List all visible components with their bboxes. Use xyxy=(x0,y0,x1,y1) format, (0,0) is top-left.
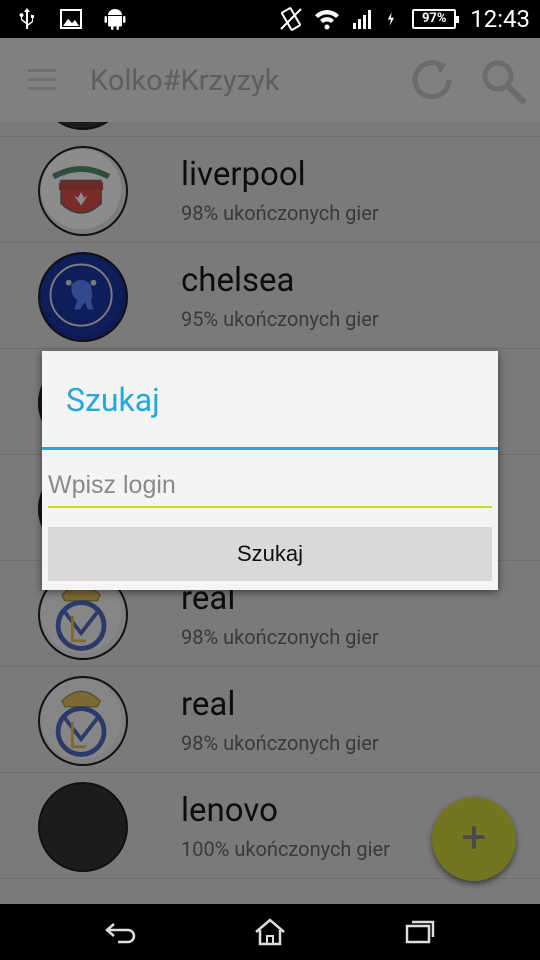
avatar xyxy=(38,146,128,236)
back-icon[interactable] xyxy=(104,918,138,946)
dialog-title: Szukaj xyxy=(66,381,160,419)
player-name: real xyxy=(181,685,236,724)
player-name: lenovo xyxy=(181,791,278,830)
navigation-bar xyxy=(0,904,540,960)
hamburger-menu-icon[interactable] xyxy=(28,69,56,91)
battery-indicator: 97% xyxy=(412,9,460,29)
login-input[interactable] xyxy=(48,464,492,508)
player-stat: 98% ukończonych gier xyxy=(181,731,379,755)
vibrate-icon xyxy=(280,7,302,31)
dialog-title-divider xyxy=(42,447,498,450)
player-stat: 98% ukończonych gier xyxy=(181,625,379,649)
player-stat: 95% ukończonych gier xyxy=(181,307,379,331)
image-icon xyxy=(60,9,82,29)
list-item[interactable]: chelsea 95% ukończonych gier xyxy=(0,243,540,349)
list-item[interactable] xyxy=(0,122,540,137)
player-stat: 98% ukończonych gier xyxy=(181,201,379,225)
real-madrid-crest-icon xyxy=(40,678,122,760)
usb-icon xyxy=(19,8,34,29)
search-icon[interactable] xyxy=(480,58,526,104)
player-stat: 100% ukończonych gier xyxy=(181,837,390,861)
avatar xyxy=(38,676,128,766)
app-title: Kolko#Krzyzyk xyxy=(90,64,280,98)
home-icon[interactable] xyxy=(253,918,287,946)
refresh-icon[interactable] xyxy=(408,56,456,104)
list-item[interactable]: liverpool 98% ukończonych gier xyxy=(0,137,540,243)
status-time: 12:43 xyxy=(470,5,530,33)
wifi-icon xyxy=(315,10,340,30)
add-button[interactable]: + xyxy=(432,797,516,881)
chelsea-crest-icon xyxy=(40,254,122,336)
signal-icon xyxy=(353,10,372,29)
status-bar: 97% 12:43 xyxy=(0,0,540,38)
liverpool-crest-icon xyxy=(40,148,122,230)
player-name: chelsea xyxy=(181,261,295,300)
avatar xyxy=(38,252,128,342)
search-button[interactable]: Szukaj xyxy=(48,527,492,581)
search-dialog: Szukaj Szukaj xyxy=(42,351,498,590)
avatar xyxy=(38,782,128,872)
app-bar: Kolko#Krzyzyk xyxy=(0,38,540,122)
list-item[interactable]: real 98% ukończonych gier xyxy=(0,667,540,773)
charging-icon xyxy=(388,12,395,26)
recents-icon[interactable] xyxy=(403,918,437,946)
player-name: liverpool xyxy=(181,155,306,194)
android-icon xyxy=(104,9,126,30)
avatar xyxy=(38,122,128,130)
